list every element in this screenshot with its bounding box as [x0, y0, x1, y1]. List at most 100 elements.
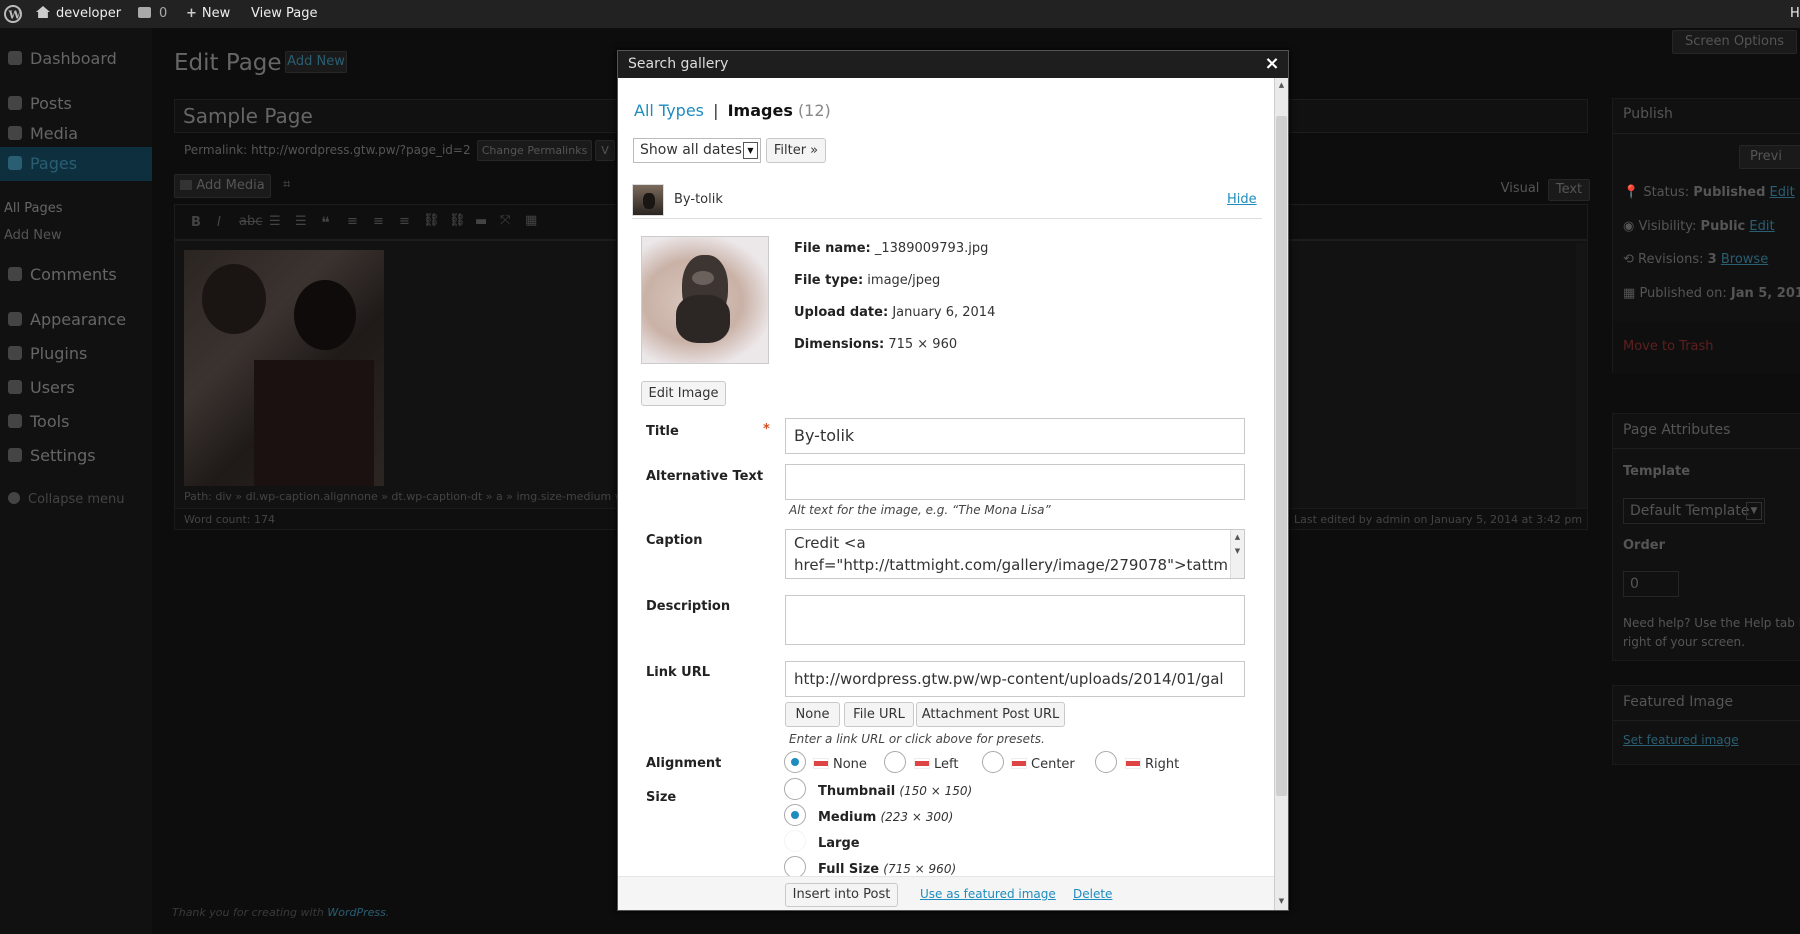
bullet-list-icon[interactable]: ☰ — [269, 214, 281, 229]
sidebar-item-posts[interactable]: Posts — [0, 87, 152, 121]
blockquote-icon[interactable]: ❝ — [321, 213, 330, 232]
home-icon — [36, 6, 50, 18]
scroll-down-icon[interactable]: ▼ — [1275, 894, 1288, 908]
caption-scrollbar[interactable]: ▲ ▼ — [1230, 530, 1244, 578]
sidebar-item-users[interactable]: Users — [0, 371, 152, 405]
new-content-link[interactable]: + New — [186, 0, 230, 28]
sidebar-item-media[interactable]: Media — [0, 117, 152, 151]
link-url-label: Link URL — [646, 665, 711, 680]
fullscreen-icon[interactable]: ⤧ — [500, 213, 510, 228]
tab-visual[interactable]: Visual — [1496, 179, 1544, 201]
submenu-all-pages[interactable]: All Pages — [4, 201, 63, 216]
move-to-trash-link[interactable]: Move to Trash — [1623, 339, 1714, 354]
hide-link[interactable]: Hide — [1227, 192, 1257, 207]
align-center-icon[interactable]: ≡ — [373, 214, 384, 229]
link-icon[interactable]: ⛓ — [423, 213, 440, 228]
sidebar-item-pages[interactable]: Pages — [0, 147, 152, 181]
link-file-url-button[interactable]: File URL — [844, 702, 914, 727]
bold-icon[interactable]: B — [191, 215, 201, 230]
more-tag-icon[interactable]: ▬ — [475, 214, 487, 229]
add-new-page-button[interactable]: Add New — [285, 51, 347, 73]
order-input[interactable]: 0 — [1623, 571, 1679, 597]
delete-link[interactable]: Delete — [1073, 887, 1112, 901]
submenu-add-new[interactable]: Add New — [4, 228, 62, 243]
modal-scroll-thumb[interactable] — [1276, 116, 1287, 796]
add-media-label: Add Media — [196, 178, 265, 193]
date-filter-select[interactable]: Show all dates ▼ — [633, 138, 761, 163]
sidebar-item-plugins[interactable]: Plugins — [0, 337, 152, 371]
sidebar-item-comments[interactable]: Comments — [0, 258, 152, 292]
align-left-icon[interactable]: ≡ — [347, 214, 358, 229]
size-full-radio[interactable] — [784, 856, 806, 878]
status-edit-link[interactable]: Edit — [1770, 185, 1795, 200]
unlink-icon[interactable]: ⛓ — [449, 213, 466, 228]
filter-button[interactable]: Filter » — [766, 138, 826, 163]
link-attachment-url-button[interactable]: Attachment Post URL — [916, 702, 1065, 727]
sidebar-item-settings[interactable]: Settings — [0, 439, 152, 473]
sidebar-item-appearance[interactable]: Appearance — [0, 303, 152, 337]
sidebar-item-dashboard[interactable]: Dashboard — [0, 42, 152, 76]
align-right-radio[interactable] — [1095, 751, 1117, 773]
howdy-user[interactable]: H — [1790, 0, 1800, 28]
size-thumbnail-radio[interactable] — [784, 778, 806, 800]
view-page-link[interactable]: View Page — [251, 0, 317, 28]
link-url-input[interactable]: http://wordpress.gtw.pw/wp-content/uploa… — [785, 661, 1245, 697]
preview-button[interactable]: Previ — [1739, 145, 1800, 169]
calendar-icon: ▦ — [1623, 286, 1636, 301]
title-input[interactable]: By-tolik — [785, 418, 1245, 454]
link-none-button[interactable]: None — [785, 702, 840, 727]
visibility-edit-link[interactable]: Edit — [1749, 219, 1774, 234]
template-select[interactable]: Default Template ▼ — [1623, 498, 1765, 524]
site-home-link[interactable]: developer — [36, 0, 121, 28]
users-icon — [8, 380, 22, 394]
numbered-list-icon[interactable]: ☰ — [295, 214, 307, 229]
strikethrough-icon[interactable]: abc — [239, 214, 262, 229]
edit-image-button[interactable]: Edit Image — [641, 381, 726, 406]
caption-textarea[interactable]: Credit <a href="http://tattmight.com/gal… — [785, 529, 1245, 579]
scroll-up-icon[interactable]: ▲ — [1275, 78, 1288, 92]
new-label: New — [201, 6, 231, 21]
editor-scrollbar[interactable] — [1576, 243, 1586, 511]
alt-text-input[interactable] — [785, 464, 1245, 500]
close-icon[interactable]: × — [1262, 54, 1282, 74]
set-featured-image-link[interactable]: Set featured image — [1623, 733, 1739, 747]
insert-into-post-button[interactable]: Insert into Post — [785, 883, 898, 907]
screen-options-button[interactable]: Screen Options — [1672, 30, 1797, 54]
gallery-shortcode-icon[interactable]: ⌗ — [283, 177, 301, 195]
modal-scrollbar[interactable]: ▲ ▼ — [1274, 78, 1288, 910]
align-center-icon — [1012, 759, 1026, 768]
align-center-radio[interactable] — [982, 751, 1004, 773]
description-textarea[interactable] — [785, 595, 1245, 645]
sidebar-item-tools[interactable]: Tools — [0, 405, 152, 439]
media-actions-row: Insert into Post Use as featured image D… — [618, 876, 1274, 910]
editor-inline-image[interactable] — [184, 250, 384, 486]
caption-line-2: href="http://tattmight.com/gallery/image… — [794, 556, 1228, 574]
permalink-url[interactable]: http://wordpress.gtw.pw/?page_id=2 — [251, 143, 471, 157]
size-medium-radio[interactable] — [784, 804, 806, 826]
align-right-option: Right — [1126, 757, 1179, 772]
browse-revisions-link[interactable]: Browse — [1721, 252, 1768, 267]
file-type-label: File type: — [794, 273, 864, 288]
filter-all-types[interactable]: All Types — [634, 101, 704, 120]
collapse-menu[interactable]: Collapse menu — [0, 483, 152, 517]
use-as-featured-link[interactable]: Use as featured image — [920, 887, 1056, 901]
align-right-icon[interactable]: ≡ — [399, 214, 410, 229]
date-filter-value: Show all dates — [640, 142, 742, 158]
media-icon — [8, 126, 22, 140]
view-page-button[interactable]: V — [595, 140, 615, 161]
comments-link[interactable]: 0 — [138, 0, 167, 28]
revisions-label: Revisions: — [1638, 252, 1704, 267]
size-large-radio[interactable] — [784, 830, 806, 852]
toolbar-toggle-icon[interactable]: ▦ — [525, 213, 537, 228]
align-left-radio[interactable] — [884, 751, 906, 773]
filter-images[interactable]: Images — [728, 101, 793, 120]
change-permalinks-button[interactable]: Change Permalinks — [477, 140, 592, 161]
size-thumbnail-label: Thumbnail — [818, 784, 896, 799]
add-media-button[interactable]: Add Media — [174, 174, 271, 198]
wordpress-logo-icon[interactable]: W — [4, 0, 22, 28]
footer-wordpress-link[interactable]: WordPress — [327, 906, 386, 919]
align-none-radio[interactable] — [784, 751, 806, 773]
size-medium-dim: (223 × 300) — [880, 810, 954, 824]
italic-icon[interactable]: I — [217, 215, 221, 230]
tab-text[interactable]: Text — [1548, 179, 1590, 201]
